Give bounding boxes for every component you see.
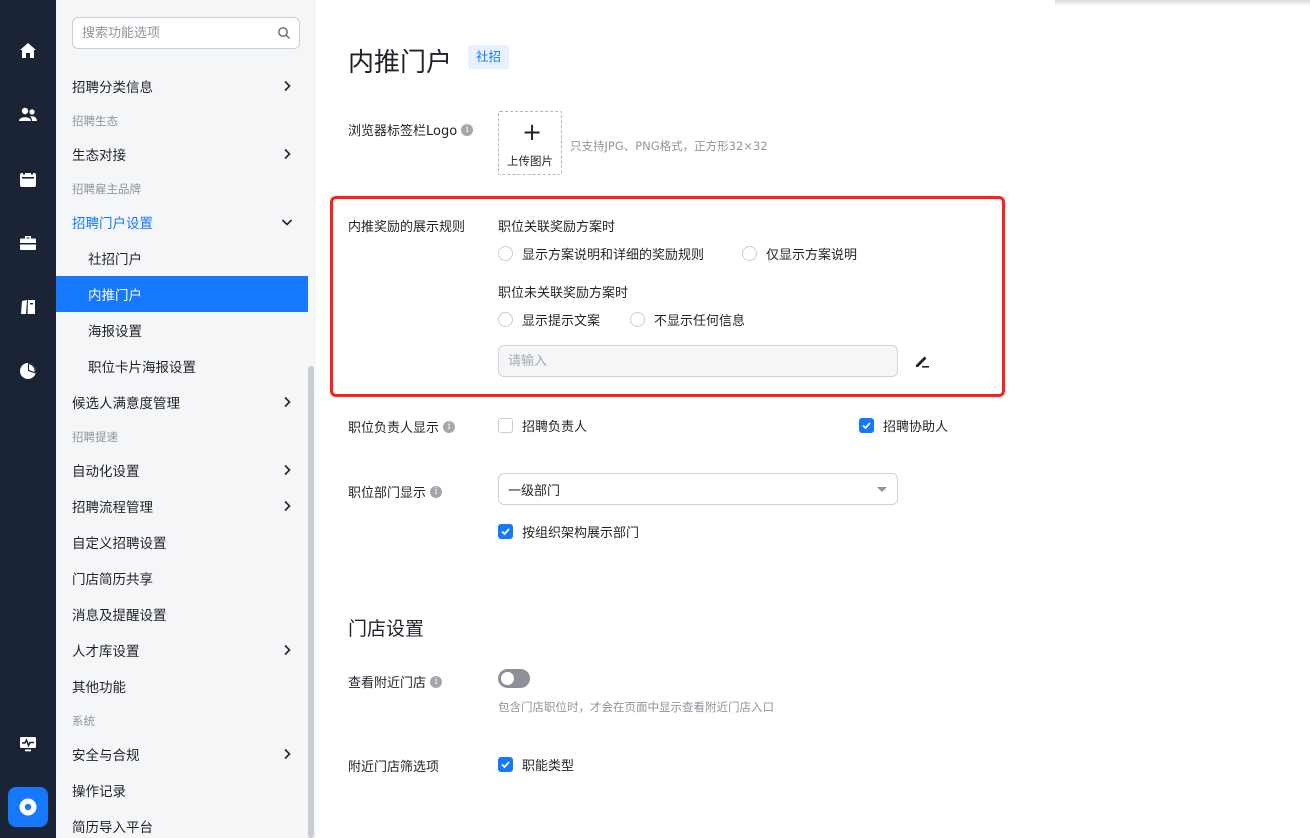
plus-icon: + <box>522 118 543 146</box>
menu-item-notifications[interactable]: 消息及提醒设置 <box>56 596 308 632</box>
menu-group-eco: 招聘生态 <box>72 114 118 128</box>
nearby-store-label: 查看附近门店 i <box>348 672 443 691</box>
toggle-knob <box>501 672 514 685</box>
radio-unlinked-none[interactable]: 不显示任何信息 <box>630 310 745 329</box>
menu-group-speed: 招聘提速 <box>72 430 118 444</box>
dept-display-label: 职位部门显示 i <box>348 482 443 501</box>
unlinked-heading: 职位未关联奖励方案时 <box>498 286 629 301</box>
search-icon[interactable] <box>277 26 291 40</box>
menu-item-operation-log[interactable]: 操作记录 <box>56 772 308 808</box>
upload-label: 上传图片 <box>507 154 553 168</box>
checkbox-recruit-assistant[interactable]: 招聘协助人 <box>859 416 948 435</box>
checkbox-org-structure[interactable]: 按组织架构展示部门 <box>498 522 639 541</box>
menu-item-job-card-poster[interactable]: 职位卡片海报设置 <box>56 348 308 384</box>
settings-icon[interactable] <box>8 787 48 827</box>
menu-item-automation[interactable]: 自动化设置 <box>56 452 308 488</box>
pie-chart-icon[interactable] <box>14 357 42 385</box>
page-title: 内推门户 <box>348 48 453 78</box>
radio-linked-detail[interactable]: 显示方案说明和详细的奖励规则 <box>498 244 704 263</box>
store-section-title: 门店设置 <box>348 618 425 640</box>
chevron-right-icon <box>284 396 291 408</box>
checkmark-icon <box>501 528 510 536</box>
chevron-right-icon <box>284 644 291 656</box>
logo-upload-button[interactable]: + 上传图片 <box>498 111 562 175</box>
menu-item-talent-pool[interactable]: 人才库设置 <box>56 632 308 668</box>
menu-item-store-resume[interactable]: 门店简历共享 <box>56 560 308 596</box>
calendar-icon[interactable] <box>14 165 42 193</box>
radio-circle[interactable] <box>498 312 513 327</box>
menu-item-social-portal[interactable]: 社招门户 <box>56 240 308 276</box>
radio-linked-desc-only[interactable]: 仅显示方案说明 <box>742 244 857 263</box>
menu-item-security[interactable]: 安全与合规 <box>56 736 308 772</box>
home-icon[interactable] <box>14 37 42 65</box>
checkbox-box[interactable] <box>498 757 513 772</box>
function-search-input[interactable] <box>73 18 263 48</box>
linked-heading: 职位关联奖励方案时 <box>498 220 616 235</box>
icon-rail <box>0 0 56 838</box>
menu-item-custom[interactable]: 自定义招聘设置 <box>56 524 308 560</box>
menu-item-candidate-satisfaction[interactable]: 候选人满意度管理 <box>56 384 308 420</box>
recruit-type-badge: 社招 <box>468 45 510 69</box>
reward-rule-label: 内推奖励的展示规则 <box>348 220 466 235</box>
settings-sidebar: 招聘分类信息 招聘生态 生态对接 招聘雇主品牌 招聘门户设置 社招门户 内推门户… <box>56 0 316 838</box>
chevron-right-icon <box>284 748 291 760</box>
menu-item-portal-settings[interactable]: 招聘门户设置 <box>56 204 308 240</box>
checkmark-icon <box>501 761 510 769</box>
chevron-down-icon <box>281 219 293 226</box>
logo-label: 浏览器标签栏Logo i <box>348 120 474 139</box>
radio-circle[interactable] <box>630 312 645 327</box>
top-edge-shadow <box>1055 0 1310 6</box>
info-icon[interactable]: i <box>430 485 443 498</box>
nearby-store-hint: 包含门店职位时，才会在页面中显示查看附近门店入口 <box>498 700 774 714</box>
radio-circle[interactable] <box>742 246 757 261</box>
menu-item-poster[interactable]: 海报设置 <box>56 312 308 348</box>
menu-item-referral-portal[interactable]: 内推门户 <box>56 276 308 312</box>
users-icon[interactable] <box>14 101 42 129</box>
checkmark-icon <box>862 422 871 430</box>
menu-item-eco-dock[interactable]: 生态对接 <box>56 136 308 172</box>
checkbox-recruit-owner[interactable]: 招聘负责人 <box>498 416 587 435</box>
tip-text-field[interactable] <box>498 345 898 377</box>
info-icon[interactable]: i <box>461 123 474 136</box>
checkbox-box[interactable] <box>859 418 874 433</box>
monitor-pulse-icon[interactable] <box>14 730 42 758</box>
caret-down-icon <box>877 487 887 492</box>
chevron-right-icon <box>284 500 291 512</box>
dept-level-select[interactable]: 一级部门 <box>498 473 898 505</box>
info-icon[interactable]: i <box>430 675 443 688</box>
radio-unlinked-tip[interactable]: 显示提示文案 <box>498 310 600 329</box>
menu-item-resume-import[interactable]: 简历导入平台 <box>56 808 308 838</box>
chevron-right-icon <box>284 80 291 92</box>
checkbox-box[interactable] <box>498 524 513 539</box>
function-search[interactable] <box>72 17 300 49</box>
checkbox-function-type[interactable]: 职能类型 <box>498 755 574 774</box>
book-icon[interactable] <box>14 293 42 321</box>
menu-item-other[interactable]: 其他功能 <box>56 668 308 704</box>
nearby-store-toggle[interactable] <box>498 669 530 688</box>
upload-hint: 只支持JPG、PNG格式，正方形32×32 <box>570 139 768 153</box>
info-icon[interactable]: i <box>443 420 456 433</box>
chevron-right-icon <box>284 464 291 476</box>
edit-icon[interactable] <box>913 352 931 370</box>
store-filter-label: 附近门店筛选项 <box>348 760 440 775</box>
briefcase-icon[interactable] <box>14 229 42 257</box>
menu-item-process[interactable]: 招聘流程管理 <box>56 488 308 524</box>
checkbox-box[interactable] <box>498 418 513 433</box>
menu-group-brand: 招聘雇主品牌 <box>72 182 141 196</box>
tip-text-input[interactable] <box>499 346 897 376</box>
sidebar-scrollbar[interactable] <box>308 366 314 838</box>
owner-display-label: 职位负责人显示 i <box>348 417 456 436</box>
radio-circle[interactable] <box>498 246 513 261</box>
menu-item-category[interactable]: 招聘分类信息 <box>56 68 308 104</box>
menu-group-system: 系统 <box>72 714 95 728</box>
chevron-right-icon <box>284 148 291 160</box>
